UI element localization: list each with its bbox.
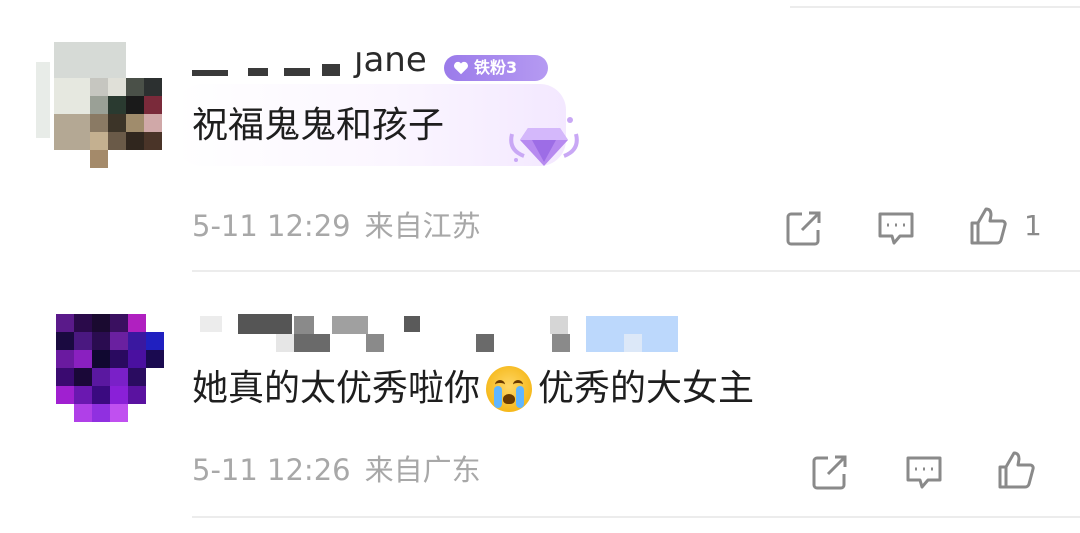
comment-location: 来自广东 — [364, 453, 481, 487]
comment-time: 5-11 12:29 — [192, 209, 351, 243]
comment-location: 来自江苏 — [364, 209, 481, 243]
comment-meta: 5-11 12:26 来自广东 — [192, 452, 481, 488]
username[interactable] — [200, 314, 680, 354]
like-count: 1 — [1024, 209, 1042, 242]
like-icon[interactable] — [966, 204, 1010, 248]
avatar[interactable] — [36, 42, 166, 172]
comment-divider — [192, 270, 1080, 272]
share-icon[interactable] — [782, 206, 826, 250]
bottom-divider — [192, 516, 1080, 518]
share-icon[interactable] — [808, 450, 852, 494]
comment-meta: 5-11 12:29 来自江苏 — [192, 208, 481, 244]
comment-time: 5-11 12:26 — [192, 453, 351, 487]
top-divider — [790, 6, 1080, 8]
fan-gem-icon — [506, 112, 582, 172]
comment-text: 祝福鬼鬼和孩子 — [192, 104, 444, 148]
reply-icon[interactable] — [902, 450, 946, 494]
comment-text-part-1: 她真的太优秀啦你 — [192, 368, 481, 409]
like-icon[interactable] — [994, 448, 1038, 492]
comment-text-content: 祝福鬼鬼和孩子 — [192, 105, 445, 146]
crying-face-icon — [486, 366, 533, 412]
badge-label: 铁粉3 — [474, 58, 518, 77]
avatar[interactable] — [56, 314, 164, 422]
username[interactable]: jane — [192, 52, 442, 80]
comment-text: 她真的太优秀啦你 优秀的大女主 — [192, 366, 754, 412]
username-fragment: jane — [354, 52, 427, 80]
reply-icon[interactable] — [874, 206, 918, 250]
fan-badge[interactable]: 铁粉3 — [444, 55, 548, 81]
comment-text-part-2: 优秀的大女主 — [538, 368, 755, 409]
